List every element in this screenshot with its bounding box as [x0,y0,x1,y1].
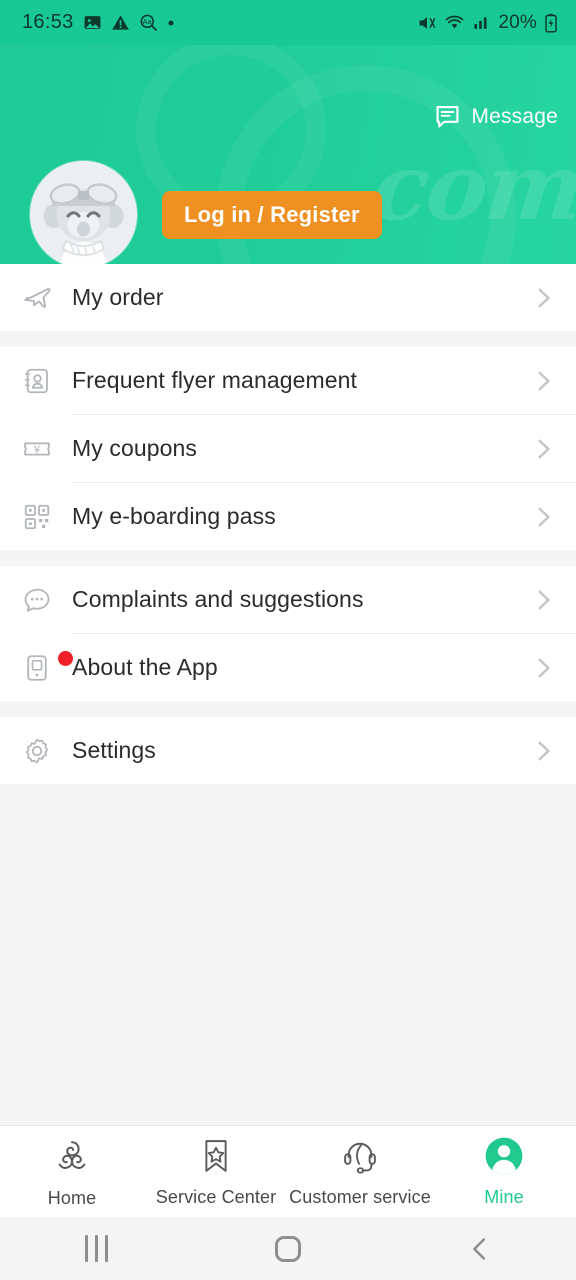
message-bubble-icon [436,105,459,128]
battery-icon [545,13,557,32]
empty-area [0,784,576,1134]
menu-item-label: Complaints and suggestions [72,586,364,612]
text-zoom-icon: Aa [140,14,157,31]
coupon-ticket-icon: ¥ [22,434,72,464]
dot-icon [168,19,174,26]
chevron-right-icon [530,436,556,462]
menu-item-label: My coupons [72,435,198,461]
tab-mine[interactable]: Mine [432,1126,576,1217]
menu-group: Frequent flyer management ¥ My coupons M… [0,347,576,550]
qr-code-icon [22,502,72,532]
menu-group: My order [0,264,576,331]
battery-percent: 20% [498,11,537,33]
menu-item-label: My e-boarding pass [72,503,276,529]
section-gap [0,550,576,566]
tab-label: Customer service [289,1187,431,1207]
chevron-right-icon [530,587,556,613]
menu-item-label: My order [72,284,164,310]
avatar[interactable] [30,161,137,264]
status-bar: 16:53 Aa 20% [0,0,576,45]
default-user-avatar [30,161,137,264]
unread-badge-dot [58,650,73,666]
airplane-icon [22,283,72,313]
gear-icon [22,736,72,766]
chevron-right-icon [530,655,556,681]
warning-icon [111,15,129,30]
tab-label: Service Center [155,1187,277,1207]
menu-item-complaints-and-suggestions[interactable]: Complaints and suggestions [0,566,576,633]
menu-item-label: About the App [72,654,218,680]
tab-label: Home [47,1188,97,1208]
phone-screen: 16:53 Aa 20% .com Message Log in / Regis… [0,0,576,1280]
recents-icon[interactable] [36,1217,156,1280]
android-nav-bar [0,1217,576,1280]
chevron-right-icon [530,368,556,394]
status-bar-left: 16:53 Aa [22,11,175,34]
back-icon[interactable] [420,1217,540,1280]
photo-icon [84,16,100,29]
wifi-icon [445,15,464,28]
mute-icon [419,16,436,29]
login-register-button[interactable]: Log in / Register [162,190,382,239]
mobile-device-icon [22,650,73,683]
menu-item-my-coupons[interactable]: ¥ My coupons [0,415,576,482]
tab-label: Mine [484,1187,524,1207]
menu-group: Complaints and suggestions About the App [0,566,576,701]
menu-item-my-order[interactable]: My order [0,264,576,331]
message-label: Message [471,104,558,128]
menu-group: Settings [0,717,576,784]
profile-row: Log in / Register [0,161,576,264]
triskelion-logo-icon [50,1134,94,1183]
contact-card-icon [22,366,72,396]
chevron-right-icon [530,738,556,764]
headset-icon [339,1135,381,1182]
signal-icon [474,17,487,29]
home-icon[interactable] [228,1217,348,1280]
svg-text:Aa: Aa [142,17,151,26]
user-profile-icon [483,1135,525,1182]
menu-item-settings[interactable]: Settings [0,717,576,784]
menu-list: My order Frequent flyer management ¥ My … [0,264,576,1134]
tab-home[interactable]: Home [0,1126,144,1217]
message-button[interactable]: Message [434,103,558,130]
menu-item-my-e-boarding-pass[interactable]: My e-boarding pass [0,483,576,550]
profile-header: .com Message Log in / Register [0,45,576,264]
section-gap [0,331,576,347]
tab-customer-service[interactable]: Customer service [288,1126,432,1217]
bottom-tab-bar: Home Service Center Customer service Min… [0,1125,576,1217]
status-time: 16:53 [22,11,74,33]
chat-bubble-icon [22,585,72,615]
status-bar-right: 20% [417,12,558,34]
menu-item-frequent-flyer-management[interactable]: Frequent flyer management [0,347,576,414]
chevron-right-icon [530,504,556,530]
menu-item-label: Frequent flyer management [72,367,358,393]
menu-item-about-the-app[interactable]: About the App [0,634,576,701]
bookmark-star-icon [195,1135,237,1182]
chevron-right-icon [530,285,556,311]
tab-service-center[interactable]: Service Center [144,1126,288,1217]
menu-item-label: Settings [72,737,156,763]
section-gap [0,701,576,717]
svg-text:¥: ¥ [34,444,41,456]
